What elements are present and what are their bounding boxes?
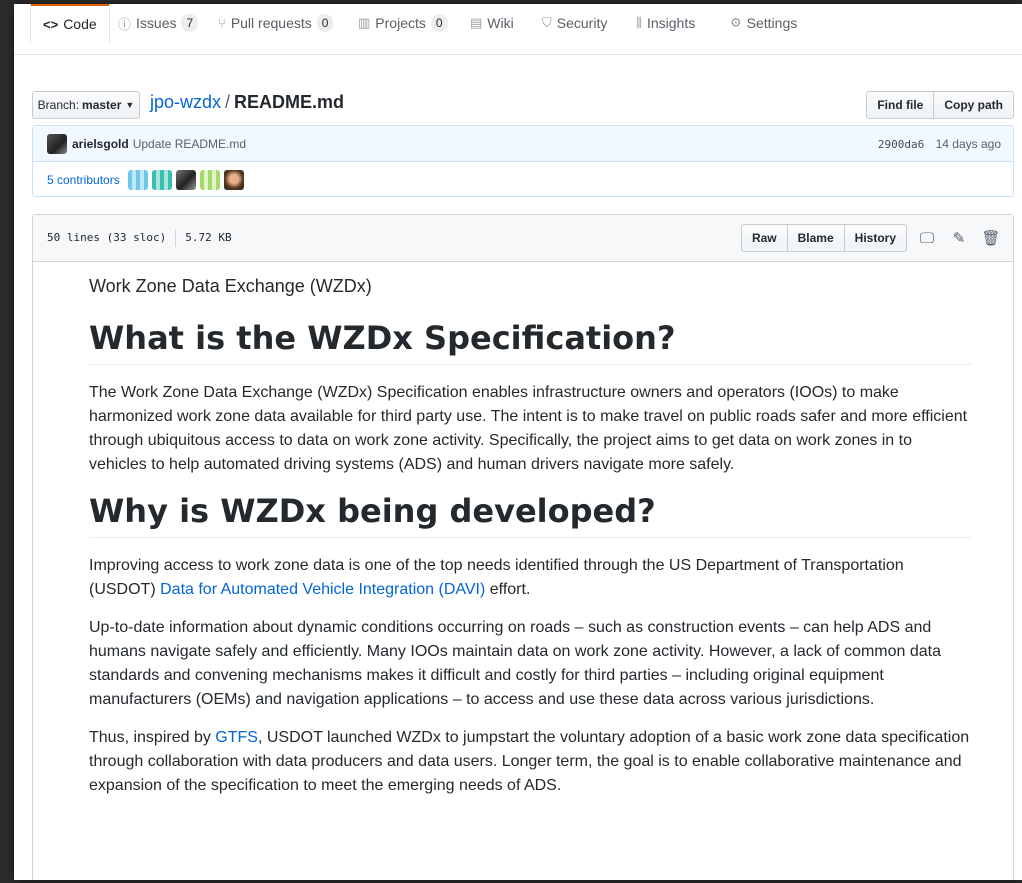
author-avatar[interactable] — [47, 133, 67, 154]
paragraph-why-3: Thus, inspired by GTFS, USDOT launched W… — [89, 729, 970, 794]
blame-button[interactable]: Blame — [787, 224, 845, 252]
project-icon: ▥ — [358, 15, 371, 30]
contributor-avatar[interactable] — [151, 169, 172, 190]
readme-content: Work Zone Data Exchange (WZDx) What is t… — [89, 273, 971, 812]
desktop-icon[interactable]: 🖵 — [915, 230, 939, 247]
git-pull-request-icon: ⑂ — [218, 15, 226, 31]
gear-icon: ⚙ — [730, 15, 742, 30]
find-file-button[interactable]: Find file — [866, 91, 935, 119]
issue-opened-icon: ⓘ — [118, 16, 132, 32]
file-line-count: 50 lines (33 sloc) — [47, 231, 167, 244]
heading-why: Why is WZDx being developed? — [89, 491, 971, 538]
paragraph-what: The Work Zone Data Exchange (WZDx) Speci… — [89, 384, 968, 473]
commit-message[interactable]: Update README.md — [133, 137, 246, 151]
projects-counter: 0 — [430, 14, 448, 32]
history-button[interactable]: History — [844, 224, 907, 252]
commit-author[interactable]: arielsgold — [72, 137, 129, 151]
caret-down-icon: ▼ — [125, 100, 135, 110]
github-file-page: <> Code ⓘ Issues 7 ⑂ Pull requests 0 ▥ P… — [14, 4, 1022, 880]
file-size: 5.72 KB — [185, 231, 232, 244]
file-nav-buttons: Find file Copy path — [866, 91, 1014, 119]
contributor-avatar[interactable] — [223, 169, 244, 190]
gtfs-link[interactable]: GTFS — [215, 729, 258, 746]
tab-security[interactable]: ⛉ Security — [542, 4, 607, 42]
commit-time: 14 days ago — [935, 136, 1001, 151]
breadcrumb: jpo-wzdx / README.md — [150, 92, 345, 112]
tab-issues[interactable]: ⓘ Issues 7 — [118, 4, 199, 42]
branch-select-button[interactable]: Branch: master ▼ — [32, 91, 140, 119]
paragraph-why-1: Improving access to work zone data is on… — [89, 557, 904, 598]
tab-pull-requests[interactable]: ⑂ Pull requests 0 — [218, 4, 334, 42]
file-viewer: 50 lines (33 sloc) 5.72 KB Raw Blame Hist… — [32, 214, 1014, 880]
tab-insights[interactable]: ⫼ Insights — [636, 4, 695, 42]
tab-projects[interactable]: ▥ Projects 0 — [358, 4, 448, 42]
tab-wiki[interactable]: ▤ Wiki — [470, 4, 514, 42]
repo-link[interactable]: jpo-wzdx — [150, 92, 221, 112]
contributor-avatar[interactable] — [199, 169, 220, 190]
tab-settings[interactable]: ⚙ Settings — [730, 4, 797, 42]
contributor-avatar[interactable] — [175, 169, 196, 190]
file-name: README.md — [234, 92, 345, 112]
readme-title-line: Work Zone Data Exchange (WZDx) — [89, 276, 372, 296]
code-icon: <> — [43, 16, 59, 32]
pencil-icon[interactable]: ✎ — [947, 229, 971, 247]
paragraph-why-2: Up-to-date information about dynamic con… — [89, 619, 941, 708]
tab-code[interactable]: <> Code — [30, 4, 110, 43]
copy-path-button[interactable]: Copy path — [934, 91, 1014, 119]
heading-what: What is the WZDx Specification? — [89, 318, 971, 365]
raw-button[interactable]: Raw — [740, 224, 788, 252]
contributor-avatar[interactable] — [127, 169, 148, 190]
file-header: 50 lines (33 sloc) 5.72 KB Raw Blame Hist… — [33, 215, 1013, 262]
book-icon: ▤ — [470, 15, 483, 30]
trash-icon[interactable]: 🗑 — [979, 229, 1003, 247]
davi-link[interactable]: Data for Automated Vehicle Integration (… — [160, 581, 485, 598]
contributors-link[interactable]: 5 contributors — [47, 173, 120, 187]
issues-counter: 7 — [181, 14, 199, 32]
pull-requests-counter: 0 — [316, 14, 334, 32]
repo-nav: <> Code ⓘ Issues 7 ⑂ Pull requests 0 ▥ P… — [14, 4, 1022, 84]
commit-tease: arielsgold Update README.md 2900da6 14 d… — [32, 125, 1014, 197]
shield-icon: ⛉ — [542, 15, 552, 30]
graph-icon: ⫼ — [636, 15, 642, 30]
commit-sha[interactable]: 2900da6 — [878, 138, 924, 151]
